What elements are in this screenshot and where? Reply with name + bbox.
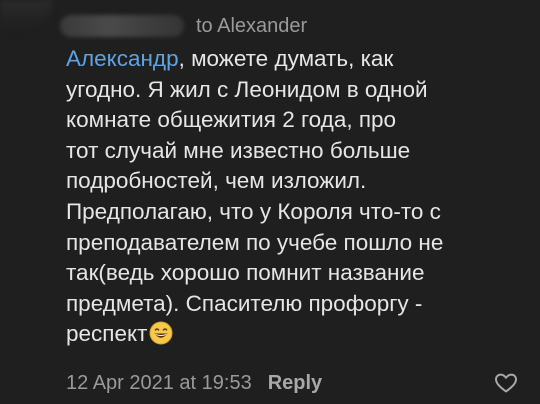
comment: to Alexander Александр, можете думать, к… bbox=[0, 0, 540, 404]
comment-body: Александр, можете думать, как угодно. Я … bbox=[66, 44, 506, 350]
reply-button[interactable]: Reply bbox=[268, 372, 322, 395]
grinning-face-emoji bbox=[149, 321, 173, 345]
mention-link[interactable]: Александр bbox=[66, 46, 179, 71]
avatar[interactable] bbox=[0, 0, 52, 30]
comment-date[interactable]: 12 Apr 2021 at 19:53 bbox=[66, 372, 252, 395]
comment-text: , можете думать, как угодно. Я жил с Лео… bbox=[66, 46, 444, 347]
comment-footer: 12 Apr 2021 at 19:53 Reply bbox=[66, 368, 322, 398]
comment-header: to Alexander bbox=[60, 12, 307, 40]
author-name-redacted[interactable] bbox=[60, 15, 184, 37]
reply-to-label[interactable]: to Alexander bbox=[196, 15, 307, 38]
heart-icon[interactable] bbox=[493, 370, 519, 396]
